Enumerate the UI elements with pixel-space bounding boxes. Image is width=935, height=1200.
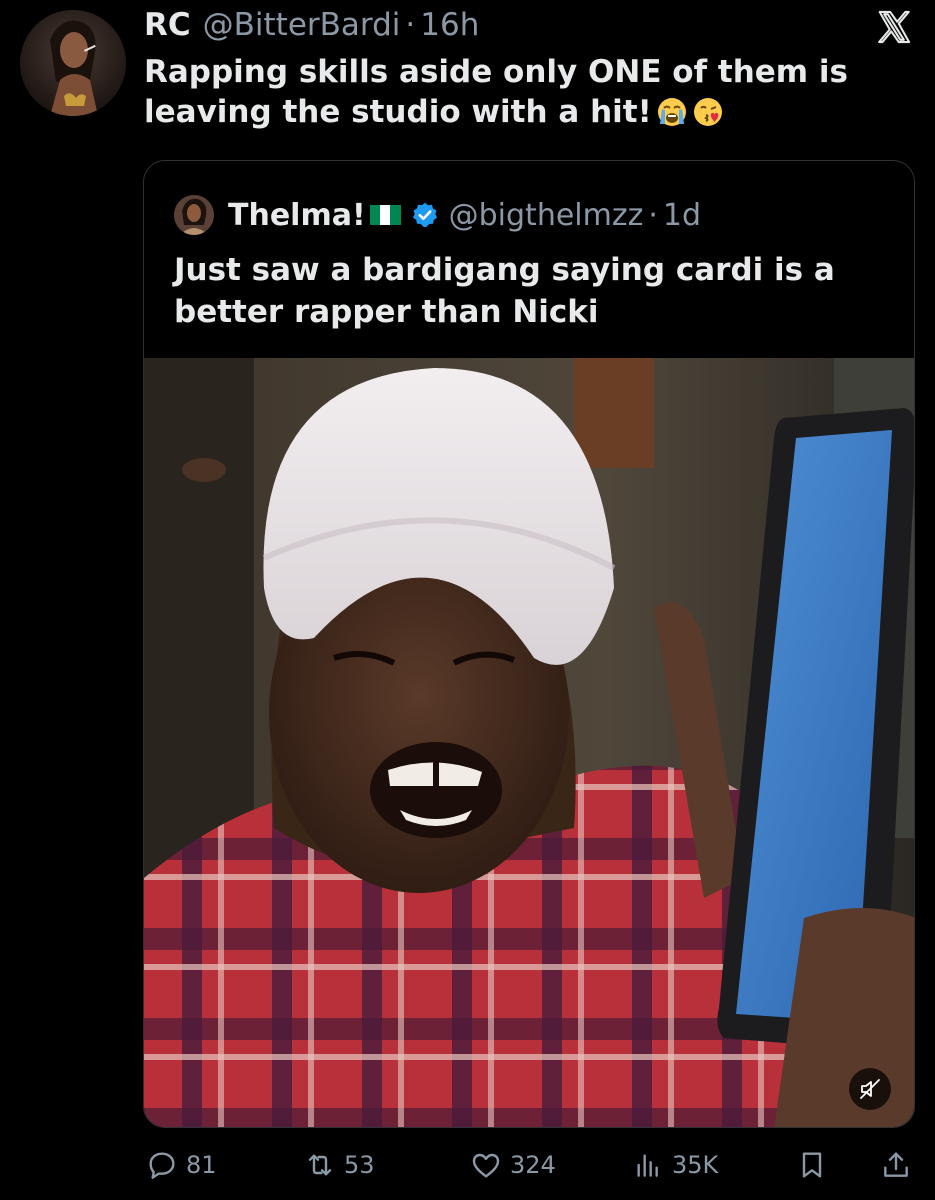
quoted-tweet-header: Thelma! @bigthelmzz · 1d	[228, 193, 701, 237]
quoted-tweet-video[interactable]	[144, 358, 914, 1127]
bookmark-button[interactable]	[796, 1140, 828, 1190]
tweet-header: RC @BitterBardi · 16h	[144, 3, 479, 47]
nigeria-flag-icon	[369, 205, 401, 225]
quoted-tweet-timestamp[interactable]: 1d	[663, 198, 701, 233]
quoted-author-avatar[interactable]	[174, 195, 214, 235]
author-handle[interactable]: @BitterBardi	[203, 7, 401, 43]
tweet-timestamp[interactable]: 16h	[420, 7, 479, 43]
video-frame	[144, 358, 914, 1127]
quoted-author-display-name[interactable]: Thelma!	[228, 198, 366, 233]
loudly-crying-face-icon	[657, 98, 686, 126]
x-logo-icon	[878, 10, 911, 44]
tweet-text: Rapping skills aside only ONE of them is…	[144, 52, 904, 132]
share-button[interactable]	[880, 1140, 912, 1190]
like-count: 324	[510, 1151, 556, 1179]
separator-dot: ·	[648, 197, 658, 233]
tweet-action-bar: 81 53 324 35K	[0, 1140, 935, 1190]
author-display-name[interactable]: RC	[144, 7, 191, 43]
quoted-author-handle[interactable]: @bigthelmzz	[449, 198, 644, 233]
views-icon	[637, 1154, 658, 1177]
mute-toggle-button[interactable]	[849, 1068, 891, 1110]
share-icon	[884, 1152, 908, 1177]
view-count: 35K	[672, 1151, 719, 1179]
like-icon	[472, 1153, 500, 1178]
quoted-tweet-card[interactable]: Thelma! @bigthelmzz · 1d Just saw a bard…	[143, 160, 915, 1128]
like-button[interactable]: 324	[470, 1140, 556, 1190]
reply-icon	[149, 1152, 175, 1179]
verified-badge-icon	[412, 202, 437, 228]
reply-button[interactable]: 81	[146, 1140, 217, 1190]
reply-count: 81	[186, 1151, 217, 1179]
author-avatar[interactable]	[20, 10, 126, 116]
bookmark-icon	[802, 1152, 822, 1178]
repost-icon	[308, 1154, 332, 1176]
repost-button[interactable]: 53	[304, 1140, 375, 1190]
repost-count: 53	[344, 1151, 375, 1179]
views-button[interactable]: 35K	[632, 1140, 718, 1190]
separator-dot: ·	[405, 7, 416, 43]
mute-icon	[860, 1079, 880, 1099]
tweet-text-body: Rapping skills aside only ONE of them is…	[144, 54, 848, 130]
face-blowing-a-kiss-icon	[693, 98, 722, 126]
quoted-tweet-text: Just saw a bardigang saying cardi is a b…	[174, 252, 835, 330]
